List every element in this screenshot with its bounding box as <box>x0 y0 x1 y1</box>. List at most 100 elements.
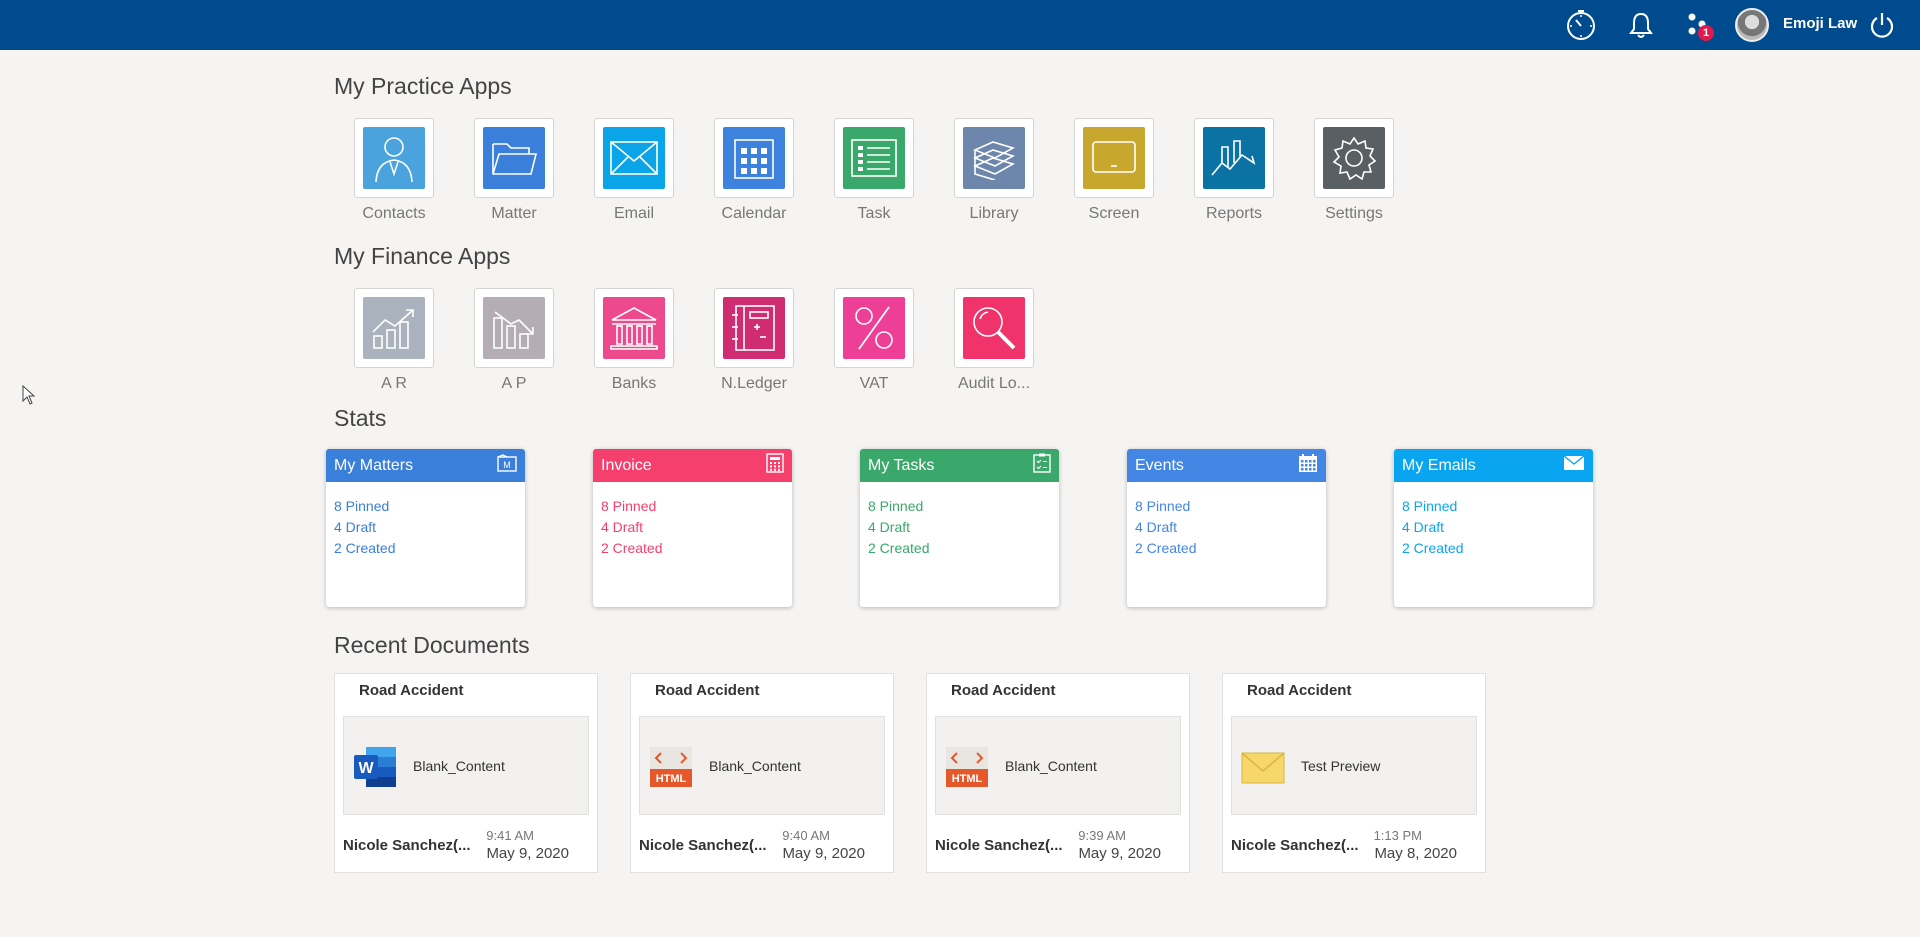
app-tile-frame <box>834 118 914 198</box>
stat-created-link[interactable]: 2 Created <box>601 538 784 559</box>
avatar[interactable] <box>1735 8 1769 42</box>
my-emails-icon <box>1563 455 1585 476</box>
finance-apps-title: My Finance Apps <box>334 243 511 269</box>
document-card[interactable]: Road Accident Test Preview Nicole Sanche… <box>1222 673 1486 873</box>
app-tile-frame <box>1194 118 1274 198</box>
stat-draft-link[interactable]: 4 Draft <box>601 517 784 538</box>
practice-app-reports[interactable]: Reports <box>1174 118 1294 223</box>
html-icon: HTML <box>944 745 990 789</box>
practice-app-library[interactable]: Library <box>934 118 1054 223</box>
app-tile-frame <box>354 118 434 198</box>
stat-pinned-link[interactable]: 8 Pinned <box>1402 496 1585 517</box>
app-label: N.Ledger <box>721 375 787 392</box>
stat-draft-link[interactable]: 4 Draft <box>1402 517 1585 538</box>
stat-card-header: My Tasks <box>860 449 1059 482</box>
finance-app-audit-lo[interactable]: Audit Lo... <box>934 288 1054 393</box>
stat-pinned-link[interactable]: 8 Pinned <box>601 496 784 517</box>
power-icon[interactable] <box>1864 7 1900 43</box>
user-name[interactable]: Emoji Law <box>1783 15 1857 32</box>
word-icon: W <box>352 745 398 789</box>
practice-app-settings[interactable]: Settings <box>1294 118 1414 223</box>
stat-created-link[interactable]: 2 Created <box>334 538 517 559</box>
chart-up-icon <box>363 297 425 359</box>
document-time: 9:41 AM <box>486 828 534 843</box>
stat-created-link[interactable]: 2 Created <box>1402 538 1585 559</box>
stat-card-events[interactable]: Events 8 Pinned 4 Draft 2 Created <box>1127 449 1326 607</box>
finance-app-n-ledger[interactable]: N.Ledger <box>694 288 814 393</box>
document-card[interactable]: Road Accident HTML Blank_Content Nicole … <box>926 673 1190 873</box>
finance-app-vat[interactable]: VAT <box>814 288 934 393</box>
folder-icon <box>483 127 545 189</box>
practice-app-task[interactable]: Task <box>814 118 934 223</box>
books-icon <box>963 127 1025 189</box>
stat-draft-link[interactable]: 4 Draft <box>868 517 1051 538</box>
app-label: Reports <box>1205 205 1263 222</box>
my-tasks-icon <box>1033 453 1051 478</box>
app-label: Calendar <box>721 205 787 222</box>
stopwatch-icon[interactable] <box>1563 7 1599 43</box>
stat-pinned-link[interactable]: 8 Pinned <box>1135 496 1318 517</box>
stat-card-header: My Emails <box>1394 449 1593 482</box>
stat-created-link[interactable]: 2 Created <box>868 538 1051 559</box>
gear-icon <box>1323 127 1385 189</box>
invoice-icon <box>766 453 784 478</box>
my-matters-icon: M <box>497 454 517 477</box>
document-date: May 9, 2020 <box>1078 845 1161 862</box>
finance-app-a-p[interactable]: A P <box>454 288 574 393</box>
document-matter: Road Accident <box>655 682 760 699</box>
bell-icon[interactable] <box>1623 7 1659 43</box>
finance-app-banks[interactable]: Banks <box>574 288 694 393</box>
app-label: Screen <box>1088 205 1140 222</box>
stat-pinned-link[interactable]: 8 Pinned <box>868 496 1051 517</box>
document-date: May 8, 2020 <box>1374 845 1457 862</box>
practice-app-screen[interactable]: Screen <box>1054 118 1174 223</box>
app-label: Settings <box>1325 205 1383 222</box>
document-preview[interactable]: W Blank_Content <box>343 716 589 815</box>
app-tile-frame <box>954 118 1034 198</box>
stat-card-invoice[interactable]: Invoice 8 Pinned 4 Draft 2 Created <box>593 449 792 607</box>
practice-app-email[interactable]: Email <box>574 118 694 223</box>
practice-app-matter[interactable]: Matter <box>454 118 574 223</box>
app-label: Audit Lo... <box>957 375 1031 392</box>
app-tile-frame <box>474 288 554 368</box>
document-date: May 9, 2020 <box>486 845 569 862</box>
app-tile-frame <box>1074 118 1154 198</box>
document-date: May 9, 2020 <box>782 845 865 862</box>
app-label: A R <box>381 375 407 392</box>
app-tile-frame <box>474 118 554 198</box>
bank-icon <box>603 297 665 359</box>
document-card[interactable]: Road Accident W Blank_Content Nicole San… <box>334 673 598 873</box>
document-user: Nicole Sanchez(... <box>639 837 767 854</box>
document-preview[interactable]: HTML Blank_Content <box>935 716 1181 815</box>
practice-app-contacts[interactable]: Contacts <box>334 118 454 223</box>
document-preview[interactable]: HTML Blank_Content <box>639 716 885 815</box>
stat-card-my-tasks[interactable]: My Tasks 8 Pinned 4 Draft 2 Created <box>860 449 1059 607</box>
chart-icon <box>1203 127 1265 189</box>
magnifier-icon <box>963 297 1025 359</box>
document-matter: Road Accident <box>359 682 464 699</box>
document-preview[interactable]: Test Preview <box>1231 716 1477 815</box>
email-icon <box>1240 745 1286 789</box>
finance-app-a-r[interactable]: A R <box>334 288 454 393</box>
practice-apps-row: Contacts Matter Email Calendar Task Libr… <box>334 118 1414 223</box>
stat-card-my-matters[interactable]: My Matters M 8 Pinned 4 Draft 2 Created <box>326 449 525 607</box>
stat-draft-link[interactable]: 4 Draft <box>334 517 517 538</box>
app-label: Banks <box>611 375 657 392</box>
stat-pinned-link[interactable]: 8 Pinned <box>334 496 517 517</box>
app-tile-frame <box>354 288 434 368</box>
practice-apps-title: My Practice Apps <box>334 73 512 99</box>
app-label: Task <box>857 205 891 222</box>
stat-draft-link[interactable]: 4 Draft <box>1135 517 1318 538</box>
practice-app-calendar[interactable]: Calendar <box>694 118 814 223</box>
document-card[interactable]: Road Accident HTML Blank_Content Nicole … <box>630 673 894 873</box>
stat-created-link[interactable]: 2 Created <box>1135 538 1318 559</box>
app-tile-frame <box>714 118 794 198</box>
app-label: A P <box>501 375 527 392</box>
envelope-icon <box>603 127 665 189</box>
app-label: Contacts <box>362 205 426 222</box>
app-label: VAT <box>859 375 889 392</box>
apps-switcher-icon[interactable]: 1 <box>1680 7 1716 43</box>
app-label: Email <box>613 205 654 222</box>
document-time: 9:39 AM <box>1078 828 1126 843</box>
stat-card-my-emails[interactable]: My Emails 8 Pinned 4 Draft 2 Created <box>1394 449 1593 607</box>
